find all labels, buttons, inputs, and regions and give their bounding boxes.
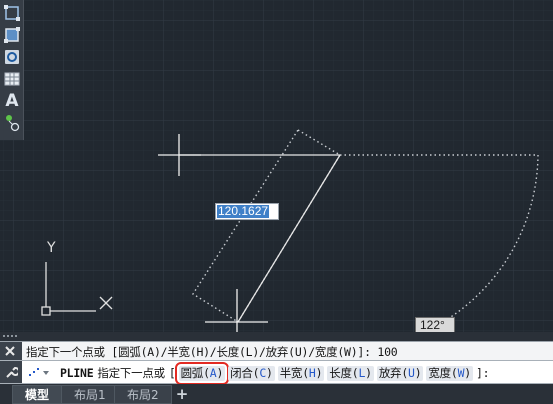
- option-label: 长度: [329, 365, 352, 380]
- option-key: H: [308, 365, 316, 380]
- command-line[interactable]: PLINE 指定下一点或 [ 圆弧(A) 闭合(C) 半宽(H) 长度(L) 放…: [0, 360, 553, 385]
- option-halfwidth[interactable]: 半宽(H): [277, 365, 325, 381]
- option-undo[interactable]: 放弃(U): [376, 365, 424, 381]
- command-history-line: 指定下一个点或 [圆弧(A)/半宽(H)/长度(L)/放弃(U)/宽度(W)]:…: [26, 345, 398, 359]
- option-label: 圆弧: [180, 365, 204, 380]
- command-history: 指定下一个点或 [圆弧(A)/半宽(H)/长度(L)/放弃(U)/宽度(W)]:…: [0, 341, 553, 360]
- option-key: L: [358, 365, 366, 380]
- tab-model[interactable]: 模型: [12, 385, 63, 404]
- tab-layout1[interactable]: 布局1: [61, 385, 119, 404]
- command-prompt: PLINE 指定下一点或 [ 圆弧(A) 闭合(C) 半宽(H) 长度(L) 放…: [60, 361, 490, 385]
- command-history-side: [0, 342, 22, 360]
- option-key: C: [259, 365, 266, 380]
- node-tool-icon[interactable]: [2, 113, 22, 133]
- option-label: 宽度: [428, 365, 451, 380]
- table-icon[interactable]: [2, 69, 22, 89]
- customize-wrench-icon[interactable]: [4, 365, 18, 379]
- option-label: 半宽: [279, 365, 303, 380]
- dynamic-input-field[interactable]: 120.1627: [215, 203, 279, 220]
- option-width[interactable]: 宽度(W): [426, 365, 473, 381]
- left-toolbar: A: [0, 0, 24, 140]
- drawing-canvas[interactable]: Y: [0, 0, 553, 332]
- option-key: W: [457, 365, 465, 380]
- region-icon[interactable]: [2, 47, 22, 67]
- ucs-x-label: X: [100, 293, 112, 309]
- recent-commands-icon[interactable]: [27, 365, 53, 380]
- text-tool[interactable]: A: [2, 91, 22, 111]
- select-window-icon[interactable]: [2, 3, 22, 23]
- model-space: [0, 0, 553, 332]
- grid: [0, 0, 553, 332]
- add-layout-button[interactable]: +: [173, 385, 191, 403]
- option-bracket-close: ]:: [475, 366, 490, 380]
- command-window-grip[interactable]: [0, 332, 553, 341]
- option-label: 放弃: [378, 365, 402, 380]
- dynamic-input-value: 120.1627: [217, 204, 270, 218]
- ucs-y-label: Y: [47, 240, 56, 256]
- option-length[interactable]: 长度(L): [327, 365, 374, 381]
- text-icon: A: [5, 91, 19, 111]
- close-icon[interactable]: [4, 345, 18, 359]
- layout-tabs: 模型 布局1 布局2 +: [0, 384, 553, 404]
- command-name: PLINE: [60, 366, 94, 380]
- option-label: 闭合: [230, 365, 253, 380]
- tab-layout2[interactable]: 布局2: [114, 385, 172, 404]
- option-close[interactable]: 闭合(C): [228, 365, 275, 381]
- option-key: U: [408, 365, 415, 380]
- command-line-side: [0, 361, 22, 383]
- option-arc[interactable]: 圆弧(A): [174, 361, 230, 385]
- option-key: A: [209, 365, 217, 380]
- option-bracket-open: [: [168, 366, 176, 380]
- command-prompt-text: 指定下一点或: [97, 366, 165, 380]
- crossing-window-icon[interactable]: [2, 25, 22, 45]
